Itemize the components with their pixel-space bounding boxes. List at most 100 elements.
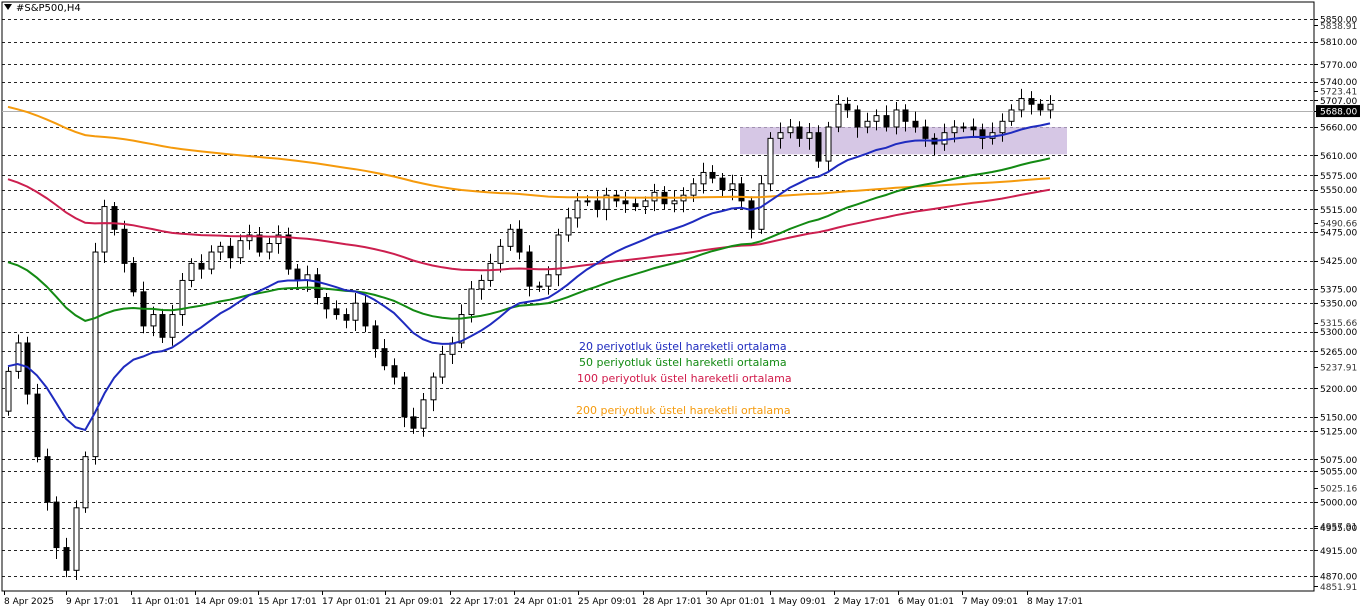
candle-body [497, 245, 504, 264]
x-tick-label: 21 Apr 09:01 [385, 597, 444, 607]
candle-body [34, 393, 41, 458]
candle-body [73, 507, 80, 571]
candle-body [121, 228, 128, 264]
ema-annotation: 100 periyotluk üstel hareketli ortalama [577, 372, 792, 385]
candle-body [487, 262, 494, 281]
y-tick-label: 5660.00 [1320, 123, 1357, 133]
candle-body [468, 288, 475, 316]
candle-body [960, 126, 967, 129]
candle-body [516, 228, 523, 253]
candle-body [893, 109, 900, 128]
y-tick-label: 5125.00 [1320, 428, 1357, 438]
candle-body [806, 132, 813, 139]
candle-body [256, 234, 263, 253]
candle-body [1018, 98, 1025, 111]
candle-body [574, 200, 581, 219]
candle-body [130, 262, 137, 293]
candle-body [208, 251, 215, 270]
ema-50-line [7, 157, 1051, 322]
candle-body [82, 456, 89, 509]
candle-body [507, 228, 514, 247]
y-tick-label: 5425.00 [1320, 257, 1357, 267]
candle-body [420, 399, 427, 429]
candle-body [1008, 109, 1015, 122]
candle-body [381, 348, 388, 367]
candle-body [594, 200, 601, 210]
y-tick-label: 5237.91 [1320, 363, 1357, 373]
candle-body [951, 126, 958, 134]
y-tick-label: 5300.00 [1320, 328, 1357, 338]
candle-body [314, 274, 321, 299]
candle-body [767, 137, 774, 185]
candle-body [150, 314, 157, 327]
candle-body [825, 126, 832, 162]
candle-body [266, 243, 273, 253]
candle-body [671, 200, 678, 205]
candle-body [883, 115, 890, 128]
candle-body [970, 126, 977, 131]
candle-body [92, 251, 99, 458]
y-tick-label: 4915.00 [1320, 547, 1357, 557]
candle-body [922, 126, 929, 139]
candle-body [169, 314, 176, 338]
candle-body [835, 103, 842, 128]
x-tick-label: 17 Apr 01:01 [322, 597, 381, 607]
candle-body [902, 109, 909, 122]
candle-body [53, 501, 60, 549]
x-tick-label: 11 Apr 01:01 [131, 597, 190, 607]
candle-body [864, 120, 871, 128]
candle-body [217, 245, 224, 253]
candle-body [748, 200, 755, 230]
x-tick-label: 8 May 17:01 [1027, 597, 1083, 607]
candle-body [111, 206, 118, 230]
ema-annotation: 50 periyotluk üstel hareketli ortalama [579, 356, 787, 369]
candle-body [729, 183, 736, 191]
candle-body [584, 200, 591, 203]
candle-body [873, 115, 880, 122]
candle-body [410, 416, 417, 429]
candle-body [536, 285, 543, 288]
ema-annotation: 20 periyotluk üstel hareketli ortalama [579, 340, 787, 353]
y-tick-label: 5550.00 [1320, 186, 1357, 196]
candle-body [478, 279, 485, 290]
candle-body [294, 268, 301, 281]
candle-body [690, 183, 697, 196]
candle-body [362, 302, 369, 327]
y-tick-label: 5200.00 [1320, 385, 1357, 395]
candle-body [352, 302, 359, 321]
candle-body [430, 376, 437, 401]
candle-body [565, 217, 572, 236]
x-tick-label: 22 Apr 17:01 [450, 597, 509, 607]
candle-body [333, 308, 340, 316]
candle-body [738, 183, 745, 202]
candle-body [796, 126, 803, 139]
candle-body [1028, 98, 1035, 105]
y-tick-label: 5770.00 [1320, 61, 1357, 71]
candle-body [700, 171, 707, 185]
y-tick-label: 5000.00 [1320, 499, 1357, 509]
x-tick-label: 6 May 01:01 [898, 597, 954, 607]
x-tick-label: 28 Apr 17:01 [643, 597, 702, 607]
price-chart[interactable]: 20 periyotluk üstel hareketli ortalama 50… [0, 0, 1362, 611]
ema-annotation: 200 periyotluk üstel hareketli ortalama [576, 404, 791, 417]
candle-body [391, 365, 398, 378]
x-tick-label: 2 May 17:01 [834, 597, 890, 607]
candle-body [545, 274, 552, 287]
candle-body [198, 262, 205, 270]
y-tick-label: 5610.00 [1320, 152, 1357, 162]
candle-body [63, 547, 70, 571]
candle-body [787, 126, 794, 134]
candle-body [237, 240, 244, 259]
y-tick-label: 5810.00 [1320, 38, 1357, 48]
x-tick-label: 14 Apr 09:01 [195, 597, 254, 607]
x-tick-label: 30 Apr 01:01 [706, 597, 765, 607]
candle-body [709, 171, 716, 179]
candle-body [622, 200, 629, 205]
y-tick-label: 5265.00 [1320, 348, 1357, 358]
x-tick-label: 9 Apr 17:01 [66, 597, 119, 607]
y-tick-label: 5375.00 [1320, 285, 1357, 295]
y-tick-label: 5838.91 [1320, 22, 1357, 32]
candle-body [854, 109, 861, 128]
candle-body [1047, 103, 1054, 111]
y-tick-label: 5055.00 [1320, 467, 1357, 477]
